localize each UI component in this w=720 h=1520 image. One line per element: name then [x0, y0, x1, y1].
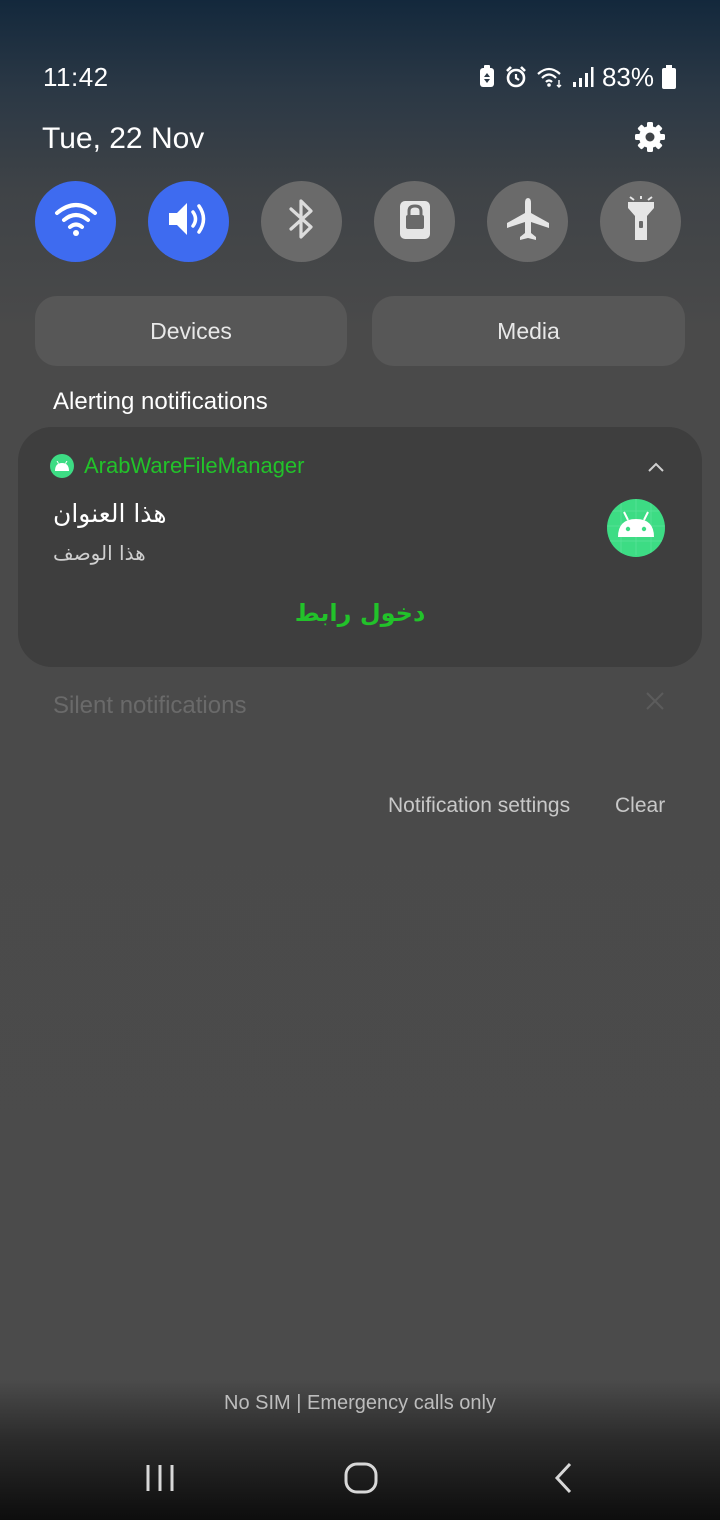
collapse-button[interactable] [642, 455, 670, 483]
airplane-icon [505, 196, 551, 247]
alarm-icon [504, 65, 528, 89]
devices-button[interactable]: Devices [35, 296, 347, 366]
notification-title: هذا العنوان [53, 499, 167, 528]
back-icon [553, 1462, 573, 1499]
date: Tue, 22 Nov [42, 122, 205, 155]
notification-large-icon [607, 499, 665, 557]
media-button[interactable]: Media [372, 296, 685, 366]
volume-icon [167, 199, 211, 244]
alerting-section-title: Alerting notifications [53, 388, 268, 415]
notification-action-button[interactable]: دخول رابط [18, 599, 702, 627]
home-icon [344, 1462, 378, 1499]
recents-icon [145, 1464, 175, 1497]
silent-section-title: Silent notifications [53, 692, 247, 719]
rotation-lock-toggle[interactable] [374, 181, 455, 262]
notification-description: هذا الوصف [53, 541, 146, 565]
bluetooth-icon [287, 197, 317, 246]
status-time: 11:42 [43, 62, 109, 92]
airplane-mode-toggle[interactable] [487, 181, 568, 262]
notification-header: ArabWareFileManager [50, 453, 305, 479]
bluetooth-toggle[interactable] [261, 181, 342, 262]
home-button[interactable] [339, 1458, 383, 1502]
silent-dismiss-button[interactable] [642, 690, 668, 716]
lock-icon [398, 197, 432, 246]
signal-icon [572, 66, 594, 88]
notification-settings-button[interactable]: Notification settings [388, 794, 570, 818]
flashlight-toggle[interactable] [600, 181, 681, 262]
carrier-text: No SIM | Emergency calls only [224, 1392, 496, 1414]
status-icons: 83% [478, 62, 676, 92]
recents-button[interactable] [138, 1458, 182, 1502]
close-icon [645, 691, 665, 716]
back-button[interactable] [541, 1458, 585, 1502]
battery-icon [662, 65, 676, 89]
app-name: ArabWareFileManager [84, 453, 305, 478]
notification-card[interactable]: ArabWareFileManager هذا العنوان هذا الوص… [18, 427, 702, 667]
clear-button[interactable]: Clear [615, 794, 665, 818]
sound-toggle[interactable] [148, 181, 229, 262]
wifi-icon [54, 201, 98, 242]
gear-icon [634, 121, 666, 158]
wifi-toggle[interactable] [35, 181, 116, 262]
android-icon [607, 499, 665, 557]
flashlight-icon [626, 196, 656, 247]
android-icon [50, 454, 74, 478]
chevron-up-icon [647, 460, 665, 478]
navigation-bar [0, 1440, 720, 1520]
battery-saver-icon [478, 65, 496, 89]
settings-button[interactable] [631, 120, 669, 158]
battery-percent: 83% [601, 61, 654, 92]
wifi-icon [536, 66, 564, 88]
quick-settings-row [35, 181, 682, 263]
